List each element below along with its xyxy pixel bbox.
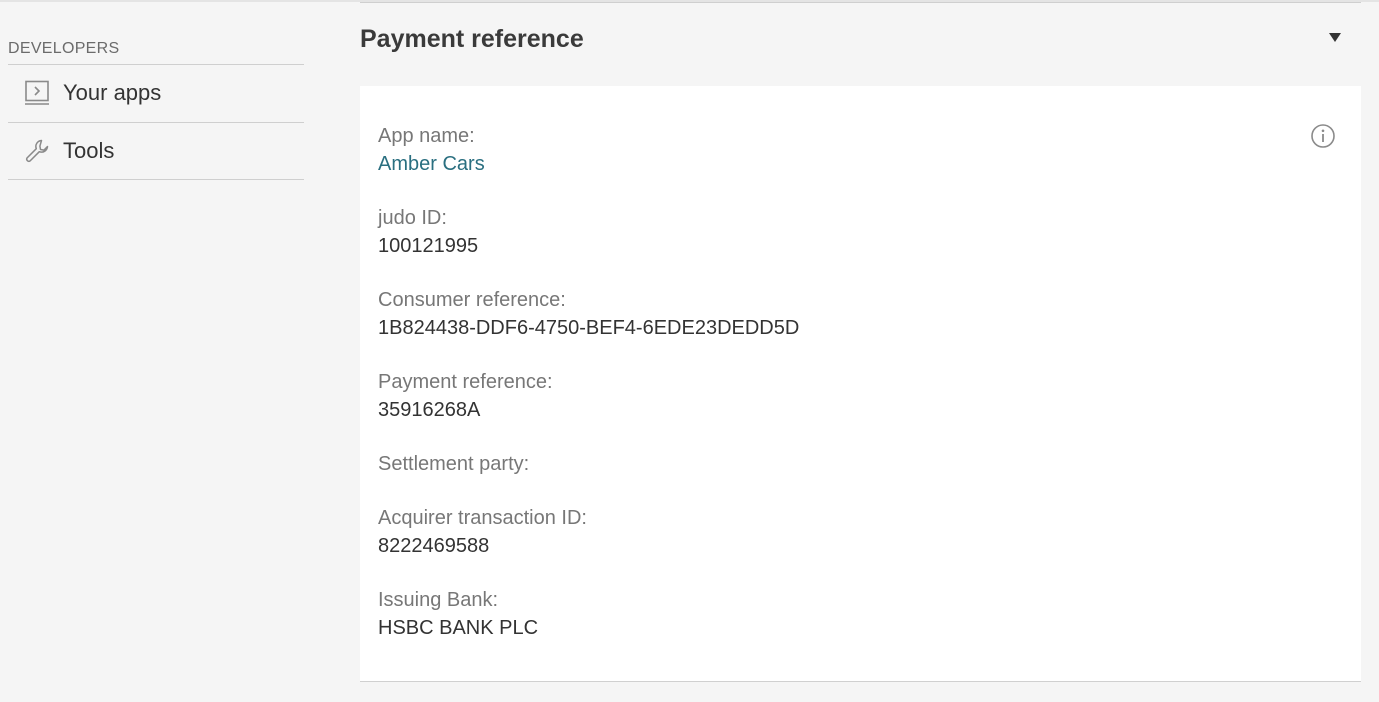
field-label: Settlement party: <box>378 453 530 475</box>
field-settlement-party: Settlement party: <box>378 450 529 478</box>
sidebar-item-label: Tools <box>63 138 115 163</box>
field-consumer-reference: Consumer reference: 1B824438-DDF6-4750-B… <box>378 286 799 342</box>
sidebar-section-title: DEVELOPERS <box>8 40 120 57</box>
sidebar-item-label: Your apps <box>63 80 162 105</box>
sidebar-item-tools[interactable]: Tools <box>8 122 304 180</box>
wrench-icon <box>23 137 51 165</box>
caret-down-icon[interactable] <box>1329 33 1341 42</box>
field-value: 35916268A <box>378 399 481 421</box>
sidebar-item-your-apps[interactable]: Your apps <box>8 64 304 121</box>
app-name-link[interactable]: Amber Cars <box>378 150 485 178</box>
app-window-icon <box>23 79 51 107</box>
field-acquirer-transaction-id: Acquirer transaction ID: 8222469588 <box>378 504 587 560</box>
field-issuing-bank: Issuing Bank: HSBC BANK PLC <box>378 586 538 642</box>
field-value: 1B824438-DDF6-4750-BEF4-6EDE23DEDD5D <box>378 317 800 339</box>
field-value: 8222469588 <box>378 535 490 557</box>
field-app-name: App name: Amber Cars <box>378 122 485 178</box>
field-label: Payment reference: <box>378 371 553 393</box>
field-label: Consumer reference: <box>378 289 566 311</box>
field-label: Issuing Bank: <box>378 589 499 611</box>
field-label: judo ID: <box>378 207 447 229</box>
field-value: HSBC BANK PLC <box>378 617 539 639</box>
field-value: 100121995 <box>378 235 479 257</box>
field-judo-id: judo ID: 100121995 <box>378 204 478 260</box>
field-label: App name: <box>378 125 475 147</box>
payment-reference-header[interactable]: Payment reference <box>360 2 1361 87</box>
info-icon[interactable] <box>1310 123 1336 149</box>
field-label: Acquirer transaction ID: <box>378 507 587 529</box>
field-payment-reference: Payment reference: 35916268A <box>378 368 553 424</box>
payment-details-panel: App name: Amber Cars judo ID: 100121995 … <box>360 86 1361 682</box>
panel-title: Payment reference <box>360 25 584 53</box>
